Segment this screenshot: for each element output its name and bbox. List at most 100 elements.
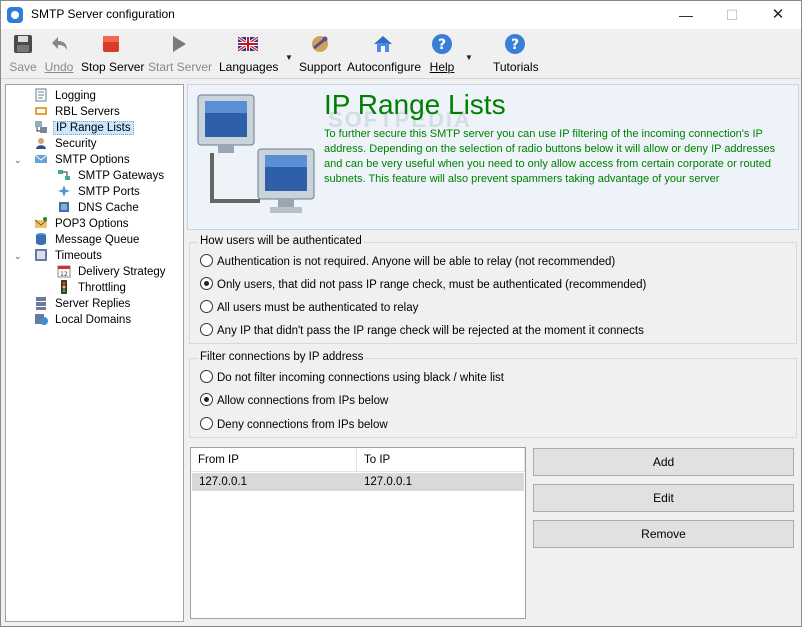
tutorials-label: Tutorials	[493, 60, 539, 74]
stop-server-button[interactable]: Stop Server	[81, 33, 145, 75]
support-icon	[312, 36, 328, 52]
support-button[interactable]: Support	[299, 33, 341, 75]
tree-item-dns-cache[interactable]: DNS Cache	[57, 200, 141, 216]
tree-item-pop3-options[interactable]: POP3 Options	[34, 216, 131, 232]
languages-dropdown-arrow-icon[interactable]: ▼	[285, 53, 295, 63]
tree-item-message-queue[interactable]: Message Queue	[34, 232, 141, 248]
undo-label: Undo	[44, 60, 74, 74]
column-from-ip[interactable]: From IP	[191, 448, 357, 472]
help-icon: ?	[432, 34, 452, 54]
toolbar: Save Undo Stop Server Start Server Langu…	[1, 29, 801, 79]
calendar-icon: 12	[57, 265, 71, 278]
filter-groupbox: Filter connections by IP address Do not …	[189, 351, 797, 438]
page-description: To further secure this SMTP server you c…	[324, 128, 776, 185]
ip-range-icon	[35, 121, 47, 133]
autoconfigure-label: Autoconfigure	[347, 60, 422, 74]
to-ip-cell: 127.0.0.1	[364, 476, 412, 488]
auth-option-ip-range[interactable]: Only users, that did not pass IP range c…	[200, 277, 646, 293]
page-title: IP Range Lists	[324, 89, 506, 120]
radio-icon[interactable]	[200, 370, 213, 384]
column-to-ip[interactable]: To IP	[357, 448, 525, 472]
filter-option-allow[interactable]: Allow connections from IPs below	[200, 393, 388, 409]
start-server-icon	[173, 36, 186, 52]
ip-list[interactable]: From IP To IP 127.0.0.1 127.0.0.1	[190, 447, 526, 619]
rbl-icon	[35, 107, 47, 115]
radio-checked-icon[interactable]	[200, 277, 213, 291]
traffic-light-icon	[61, 280, 67, 294]
networked-computers-icon	[197, 94, 315, 213]
languages-button[interactable]: Languages	[219, 33, 279, 75]
stop-server-label: Stop Server	[81, 60, 145, 74]
filter-option-none[interactable]: Do not filter incoming connections using…	[200, 370, 504, 386]
svg-text:?: ?	[511, 37, 519, 53]
tree-item-security[interactable]: Security	[34, 136, 99, 152]
help-dropdown-arrow-icon[interactable]: ▼	[465, 53, 475, 63]
stop-server-icon	[103, 36, 119, 52]
help-label: Help	[429, 60, 455, 74]
autoconfigure-button[interactable]: Autoconfigure	[347, 33, 422, 75]
save-button[interactable]: Save	[7, 33, 39, 75]
radio-icon[interactable]	[200, 254, 213, 268]
app-icon	[7, 7, 23, 23]
ports-icon	[58, 185, 70, 197]
tree-item-rbl-servers[interactable]: RBL Servers	[34, 104, 122, 120]
tree-item-delivery-strategy[interactable]: 12 Delivery Strategy	[57, 264, 168, 280]
radio-icon[interactable]	[200, 300, 213, 314]
radio-checked-icon[interactable]	[200, 393, 213, 407]
tree-item-timeouts[interactable]: Timeouts	[34, 248, 104, 264]
support-label: Support	[299, 60, 342, 74]
tree-item-server-replies[interactable]: Server Replies	[34, 296, 132, 312]
save-icon	[14, 35, 32, 53]
title-bar: SMTP Server configuration — ☐ ✕	[1, 1, 801, 29]
tutorials-button[interactable]: ? Tutorials	[493, 33, 539, 75]
auth-option-none[interactable]: Authentication is not required. Anyone w…	[200, 254, 615, 270]
auth-option-reject[interactable]: Any IP that didn't pass the IP range che…	[200, 323, 644, 339]
app-window: SMTP Server configuration — ☐ ✕ Save Und…	[0, 0, 802, 627]
svg-text:12: 12	[60, 271, 68, 278]
svg-text:?: ?	[438, 37, 446, 53]
tree-item-smtp-gateways[interactable]: SMTP Gateways	[57, 168, 166, 184]
timeouts-icon	[35, 249, 47, 261]
radio-icon[interactable]	[200, 323, 213, 337]
auth-group-title: How users will be authenticated	[198, 235, 364, 247]
minimize-button[interactable]: —	[663, 1, 709, 29]
start-server-button[interactable]: Start Server	[148, 33, 212, 75]
security-user-icon	[36, 138, 46, 149]
tree-item-logging[interactable]: Logging	[34, 88, 98, 104]
tree-item-throttling[interactable]: Throttling	[57, 280, 128, 296]
from-ip-cell: 127.0.0.1	[199, 476, 247, 488]
content-pane: SOFTPEDIA IP Range Lists To further secu…	[187, 84, 799, 622]
radio-icon[interactable]	[200, 417, 213, 431]
gateways-icon	[58, 170, 70, 180]
ip-list-header: From IP To IP	[191, 448, 525, 472]
dns-cache-icon	[59, 202, 69, 212]
languages-label: Languages	[219, 60, 279, 74]
tree-item-smtp-ports[interactable]: SMTP Ports	[57, 184, 142, 200]
notepad-icon	[35, 88, 47, 102]
tree-item-ip-range-lists[interactable]: IP Range Lists	[34, 120, 134, 136]
edit-button[interactable]: Edit	[533, 484, 794, 512]
window-title: SMTP Server configuration	[31, 7, 175, 21]
smtp-options-icon	[34, 154, 48, 163]
tree-item-local-domains[interactable]: Local Domains	[34, 312, 133, 328]
help-button[interactable]: ? Help	[429, 33, 455, 75]
close-button[interactable]: ✕	[755, 1, 801, 29]
filter-option-deny[interactable]: Deny connections from IPs below	[200, 417, 388, 433]
uk-flag-icon	[237, 35, 259, 53]
smtp-options-collapse-icon[interactable]: ⌄	[14, 155, 24, 165]
header-panel: SOFTPEDIA IP Range Lists To further secu…	[187, 84, 799, 230]
message-queue-icon	[36, 233, 46, 245]
local-domains-icon	[35, 314, 48, 325]
undo-button[interactable]: Undo	[43, 33, 75, 75]
tree-item-smtp-options[interactable]: SMTP Options	[34, 152, 132, 168]
auth-option-all[interactable]: All users must be authenticated to relay	[200, 300, 418, 316]
undo-icon	[52, 37, 67, 50]
table-row[interactable]: 127.0.0.1 127.0.0.1	[192, 473, 524, 491]
maximize-button[interactable]: ☐	[709, 1, 755, 29]
remove-button[interactable]: Remove	[533, 520, 794, 548]
timeouts-collapse-icon[interactable]: ⌄	[14, 251, 24, 261]
save-label: Save	[9, 60, 37, 74]
pop3-icon	[34, 217, 48, 228]
add-button[interactable]: Add	[533, 448, 794, 476]
auth-groupbox: How users will be authenticated Authenti…	[189, 235, 797, 344]
